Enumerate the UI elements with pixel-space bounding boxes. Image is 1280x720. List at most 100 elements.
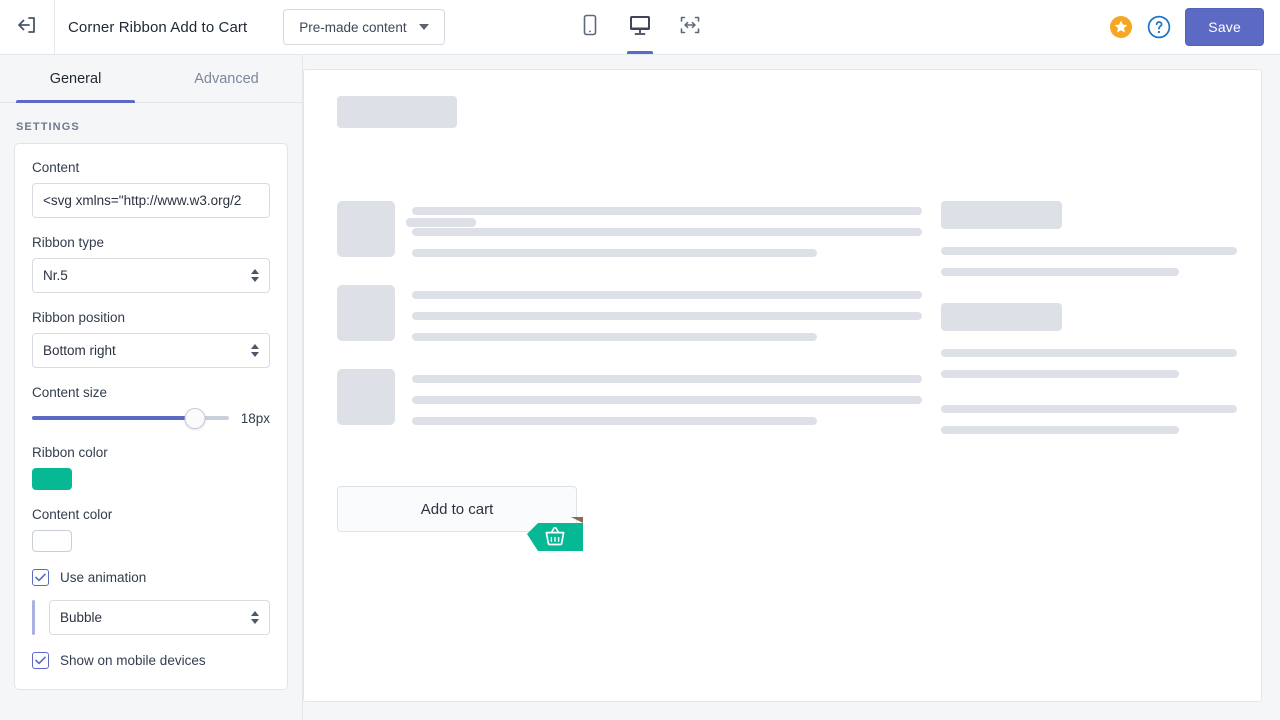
stepper-icon (251, 269, 259, 282)
stepper-icon (251, 611, 259, 624)
mobile-icon (581, 14, 599, 41)
content-color-label: Content color (32, 507, 113, 522)
skeleton-block (941, 303, 1062, 331)
field-ribbon-position: Ribbon position Bottom right (32, 310, 270, 368)
content-size-slider-row: 18px (32, 407, 270, 429)
preview-canvas: Add to cart (303, 69, 1262, 702)
add-to-cart-area: Add to cart (337, 486, 583, 551)
fullwidth-icon (679, 15, 701, 40)
slider-track-fill (32, 416, 196, 420)
save-button-label: Save (1208, 19, 1241, 35)
skeleton-media-item (337, 369, 923, 425)
settings-sidebar: General Advanced SETTINGS Content <svg x… (0, 55, 303, 720)
content-input[interactable]: <svg xmlns="http://www.w3.org/2 (32, 183, 270, 218)
stepper-icon (251, 344, 259, 357)
skeleton-line (412, 228, 922, 236)
ribbon-color-label: Ribbon color (32, 445, 108, 460)
content-size-slider[interactable] (32, 407, 229, 429)
skeleton-right-group (941, 303, 1237, 378)
skeleton-block (941, 201, 1062, 229)
field-animation-type: Bubble (32, 600, 270, 635)
skeleton-line (412, 333, 817, 341)
nested-indicator (32, 600, 35, 635)
skeleton-lines (412, 369, 923, 425)
content-input-value: <svg xmlns="http://www.w3.org/2 (43, 193, 242, 208)
save-button[interactable]: Save (1185, 8, 1264, 46)
chevron-down-icon (418, 24, 429, 30)
premade-content-dropdown[interactable]: Pre-made content (283, 9, 445, 45)
animation-type-select[interactable]: Bubble (49, 600, 270, 635)
skeleton-line (941, 349, 1237, 357)
tab-general-label: General (49, 70, 102, 87)
use-animation-checkbox[interactable] (32, 569, 49, 586)
ribbon-position-value: Bottom right (43, 343, 116, 358)
show-on-mobile-checkbox[interactable] (32, 652, 49, 669)
show-on-mobile-label: Show on mobile devices (60, 653, 206, 668)
preview-area: Add to cart (303, 55, 1280, 720)
skeleton-thumb (337, 369, 395, 425)
ribbon-color-swatch[interactable] (32, 468, 72, 490)
add-to-cart-label: Add to cart (420, 500, 494, 518)
skeleton-thumb (337, 201, 395, 257)
ribbon-type-select[interactable]: Nr.5 (32, 258, 270, 293)
field-ribbon-color: Ribbon color (32, 445, 270, 490)
tab-advanced[interactable]: Advanced (151, 55, 302, 102)
field-content: Content <svg xmlns="http://www.w3.org/2 (32, 160, 270, 218)
skeleton-line (412, 249, 817, 257)
back-arrow-icon (15, 13, 39, 42)
skeleton-lines (941, 349, 1237, 378)
content-label: Content (32, 160, 80, 175)
field-show-on-mobile[interactable]: Show on mobile devices (32, 652, 270, 669)
field-ribbon-type: Ribbon type Nr.5 (32, 235, 270, 293)
skeleton-media-item (337, 201, 923, 257)
star-icon[interactable] (1109, 15, 1133, 39)
help-circle-icon[interactable] (1147, 15, 1171, 39)
skeleton-line (941, 426, 1179, 434)
premade-content-label: Pre-made content (299, 19, 407, 35)
shopping-basket-icon (543, 525, 567, 547)
editor-body: General Advanced SETTINGS Content <svg x… (0, 55, 1280, 720)
skeleton-line (412, 312, 922, 320)
sidebar-tabs: General Advanced (0, 55, 302, 103)
content-size-label: Content size (32, 385, 108, 400)
settings-card: Content <svg xmlns="http://www.w3.org/2 … (14, 143, 288, 690)
skeleton-hero-block (337, 96, 457, 128)
skeleton-line (941, 370, 1179, 378)
corner-ribbon[interactable] (527, 517, 583, 551)
top-bar: Corner Ribbon Add to Cart Pre-made conte… (0, 0, 1280, 55)
device-fullwidth-button[interactable] (674, 0, 706, 54)
skeleton-lines (412, 285, 923, 341)
skeleton-lines (412, 201, 923, 257)
ribbon-position-label: Ribbon position (32, 310, 126, 325)
skeleton-line (412, 417, 817, 425)
device-preview-switch (574, 0, 706, 54)
back-button[interactable] (0, 0, 55, 54)
desktop-icon (628, 14, 652, 41)
device-mobile-button[interactable] (574, 0, 606, 54)
settings-section-label: SETTINGS (16, 121, 80, 133)
slider-thumb[interactable] (184, 407, 206, 429)
skeleton-line (412, 291, 922, 299)
content-size-value: 18px (240, 410, 270, 426)
tab-advanced-label: Advanced (194, 70, 259, 87)
field-content-size: Content size 18px (32, 385, 270, 429)
skeleton-thumb (337, 285, 395, 341)
device-desktop-button[interactable] (624, 0, 656, 54)
skeleton-line (412, 375, 922, 383)
skeleton-right-group (941, 201, 1237, 276)
tab-general[interactable]: General (0, 55, 151, 103)
use-animation-label: Use animation (60, 570, 147, 585)
skeleton-line (412, 207, 922, 215)
animation-type-value: Bubble (60, 610, 103, 625)
field-use-animation[interactable]: Use animation (32, 569, 270, 586)
skeleton-media-list (337, 201, 923, 453)
content-color-swatch[interactable] (32, 530, 72, 552)
skeleton-lines (941, 247, 1237, 276)
ribbon-position-select[interactable]: Bottom right (32, 333, 270, 368)
skeleton-lines (941, 405, 1237, 434)
field-content-color: Content color (32, 507, 270, 552)
skeleton-right-column (941, 201, 1237, 461)
document-title: Corner Ribbon Add to Cart (68, 18, 248, 36)
ribbon-type-label: Ribbon type (32, 235, 105, 250)
editor-app: Corner Ribbon Add to Cart Pre-made conte… (0, 0, 1280, 720)
